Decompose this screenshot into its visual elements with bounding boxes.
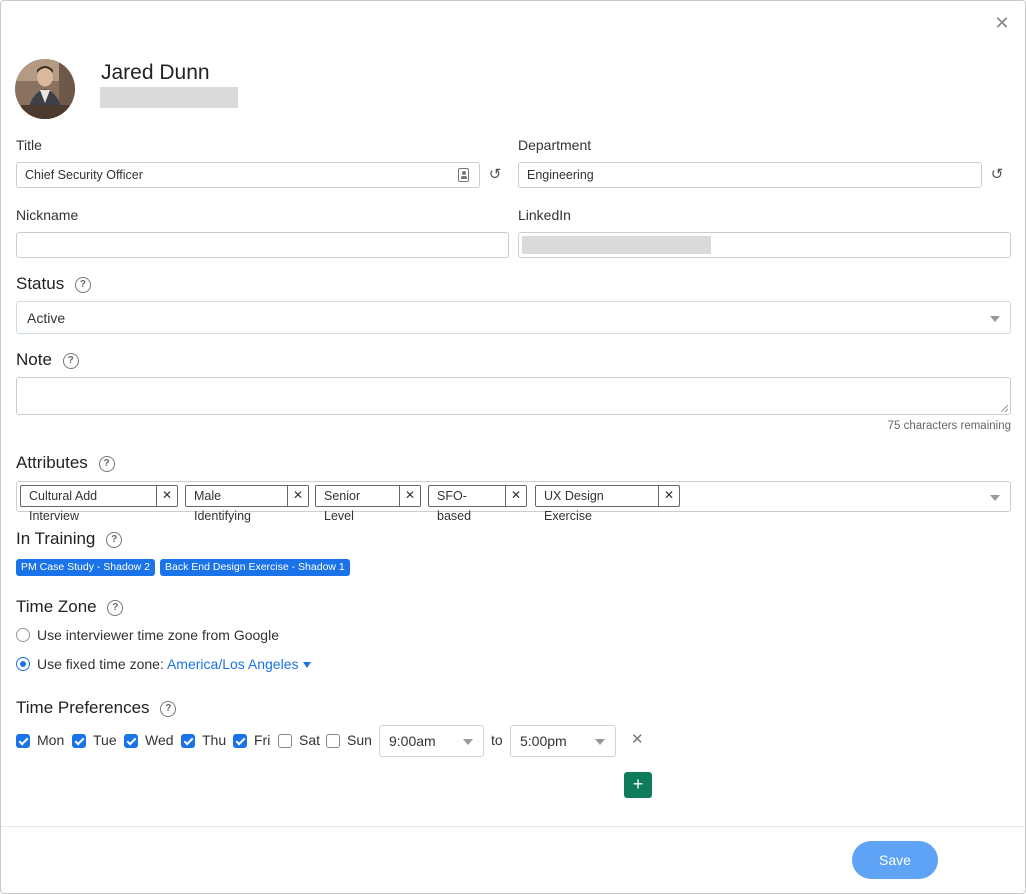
chevron-down-icon: [303, 662, 312, 669]
note-remaining-count: 75 characters remaining: [887, 420, 1011, 432]
help-icon[interactable]: ?: [62, 352, 79, 369]
nickname-input[interactable]: [16, 232, 509, 258]
timezone-fixed-option: Use fixed time zone: America/Los Angeles: [37, 656, 312, 672]
interviewer-name: Jared Dunn: [101, 61, 210, 84]
edit-interviewer-modal: ✕ Jared Dunn Title Chief Security Office…: [0, 0, 1026, 894]
chevron-down-icon: [595, 739, 605, 745]
title-label: Title: [16, 137, 42, 153]
plus-icon: +: [632, 774, 644, 794]
attribute-tag: Cultural Add Interview ✕: [20, 485, 178, 523]
attribute-tag-label: UX Design Exercise: [536, 486, 659, 523]
end-time-value: 5:00pm: [520, 733, 567, 749]
time-preferences-heading: Time Preferences ?: [16, 698, 177, 718]
timezone-label: Time Zone: [16, 597, 97, 616]
day-label-sat: Sat: [299, 732, 321, 748]
help-icon[interactable]: ?: [74, 276, 91, 293]
day-label-thu: Thu: [202, 732, 227, 748]
remove-tag-icon[interactable]: ✕: [288, 486, 308, 506]
remove-time-range-icon[interactable]: ✕: [631, 730, 644, 748]
to-label: to: [491, 732, 503, 748]
attribute-tag: UX Design Exercise ✕: [535, 485, 680, 523]
add-time-range-button[interactable]: +: [624, 772, 652, 798]
footer-divider: [1, 826, 1025, 827]
day-checkbox-mon[interactable]: [16, 734, 30, 748]
title-input[interactable]: Chief Security Officer: [16, 162, 480, 188]
attribute-tag: Senior Level ✕: [315, 485, 421, 523]
training-badge[interactable]: Back End Design Exercise - Shadow 1: [160, 559, 350, 576]
end-time-select[interactable]: 5:00pm: [510, 725, 616, 757]
note-textarea[interactable]: [16, 377, 1011, 415]
timezone-heading: Time Zone ?: [16, 597, 124, 617]
status-label: Status: [16, 274, 65, 293]
close-icon[interactable]: ✕: [993, 13, 1011, 33]
note-heading: Note ?: [16, 350, 79, 370]
chevron-down-icon: [463, 739, 473, 745]
chevron-down-icon: [990, 495, 1000, 501]
help-icon[interactable]: ?: [98, 455, 115, 472]
remove-tag-icon[interactable]: ✕: [157, 486, 177, 506]
department-input[interactable]: Engineering: [518, 162, 982, 188]
redacted-linkedin-url: [522, 236, 711, 254]
day-checkbox-sun[interactable]: [326, 734, 340, 748]
department-value: Engineering: [527, 168, 594, 182]
day-checkbox-thu[interactable]: [181, 734, 195, 748]
day-label-mon: Mon: [37, 732, 65, 748]
redacted-email: [100, 87, 238, 108]
resize-handle-icon[interactable]: [1001, 405, 1008, 412]
help-icon[interactable]: ?: [107, 599, 124, 616]
remove-tag-icon[interactable]: ✕: [659, 486, 679, 506]
avatar: [15, 59, 75, 119]
timezone-google-radio[interactable]: [16, 628, 30, 642]
start-time-value: 9:00am: [389, 733, 436, 749]
day-label-fri: Fri: [254, 732, 271, 748]
attribute-tag: Male Identifying ✕: [185, 485, 309, 523]
remove-tag-icon[interactable]: ✕: [506, 486, 526, 506]
day-checkbox-sat[interactable]: [278, 734, 292, 748]
chevron-down-icon: [990, 316, 1000, 322]
day-checkbox-fri[interactable]: [233, 734, 247, 748]
attribute-tag: SFO-based ✕: [428, 485, 527, 523]
start-time-select[interactable]: 9:00am: [379, 725, 484, 757]
attributes-label: Attributes: [16, 453, 88, 472]
day-label-sun: Sun: [347, 732, 372, 748]
department-label: Department: [518, 137, 592, 153]
help-icon[interactable]: ?: [106, 531, 123, 548]
attribute-tag-label: Cultural Add Interview: [21, 486, 157, 523]
attribute-tag-label: SFO-based: [429, 486, 506, 523]
help-icon[interactable]: ?: [160, 700, 177, 717]
remove-tag-icon[interactable]: ✕: [400, 486, 420, 506]
linkedin-label: LinkedIn: [518, 207, 571, 223]
timezone-fixed-label[interactable]: Use fixed time zone:: [37, 656, 164, 672]
day-checkbox-wed[interactable]: [124, 734, 138, 748]
attributes-heading: Attributes ?: [16, 453, 115, 473]
day-label-tue: Tue: [93, 732, 117, 748]
training-label: In Training: [16, 529, 96, 548]
timezone-dropdown[interactable]: America/Los Angeles: [166, 656, 312, 672]
training-badge[interactable]: PM Case Study - Shadow 2: [16, 559, 155, 576]
note-label: Note: [16, 350, 52, 369]
timezone-fixed-radio[interactable]: [16, 657, 30, 671]
linkedin-input[interactable]: [518, 232, 1011, 258]
training-heading: In Training ?: [16, 529, 123, 549]
status-heading: Status ?: [16, 274, 91, 294]
status-value: Active: [27, 309, 66, 326]
day-checkbox-tue[interactable]: [72, 734, 86, 748]
title-value: Chief Security Officer: [25, 168, 143, 182]
status-select[interactable]: Active: [16, 301, 1011, 334]
attribute-tag-label: Male Identifying: [186, 486, 288, 523]
timezone-google-label[interactable]: Use interviewer time zone from Google: [37, 627, 279, 643]
attribute-tag-label: Senior Level: [316, 486, 400, 523]
timezone-value: America/Los Angeles: [166, 656, 299, 672]
day-label-wed: Wed: [145, 732, 174, 748]
nickname-label: Nickname: [16, 207, 79, 223]
reset-department-icon[interactable]: ↺: [989, 167, 1005, 183]
reset-title-icon[interactable]: ↺: [487, 167, 503, 183]
save-button[interactable]: Save: [852, 841, 938, 879]
time-preferences-label: Time Preferences: [16, 698, 150, 717]
contact-card-icon[interactable]: [458, 168, 469, 182]
